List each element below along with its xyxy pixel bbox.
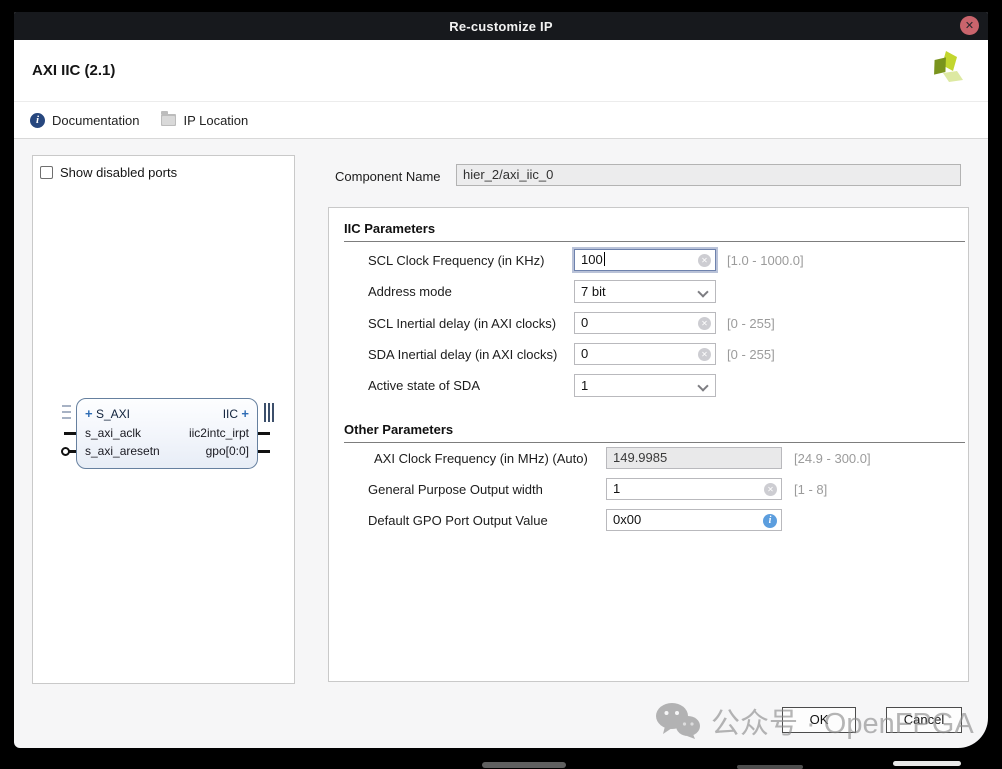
pin-stub [258,450,270,453]
scl-inertial-delay-value: 0 [581,315,589,330]
ip-block-diagram: + S_AXI IIC + s_axi_aclk iic2intc_irpt s… [61,398,274,469]
expand-plus-icon[interactable]: + [85,406,93,421]
xilinx-logo-icon [934,51,963,82]
gpo-default-value: 0x00 [613,512,642,527]
recustomize-ip-dialog: Re-customize IP ✕ AXI IIC (2.1) i Docume… [14,12,988,748]
ok-button[interactable]: OK [782,707,856,733]
toolbar: i Documentation IP Location [14,101,988,139]
interface-marker-icon [268,403,270,422]
pin-s-axi-aclk: s_axi_aclk [85,426,142,440]
address-mode-label: Address mode [368,284,452,299]
active-state-sda-value: 1 [581,378,589,393]
torn-edge-decoration [482,762,566,768]
torn-edge-decoration [737,765,803,769]
interface-marker-icon [62,405,71,407]
sda-inertial-delay-value: 0 [581,346,589,361]
sda-inertial-delay-range: [0 - 255] [727,347,775,362]
expand-plus-icon[interactable]: + [241,406,249,421]
axi-clock-freq-range: [24.9 - 300.0] [794,451,871,466]
window-title: Re-customize IP [449,18,553,34]
pin-stub [69,450,76,453]
interface-marker-icon [62,417,71,419]
gpo-width-value: 1 [613,481,621,496]
section-divider [344,442,965,443]
sda-inertial-delay-input[interactable]: 0 ✕ [574,343,716,365]
text-caret [603,252,605,266]
scl-clock-freq-label: SCL Clock Frequency (in KHz) [368,253,545,268]
scl-inertial-delay-input[interactable]: 0 ✕ [574,312,716,334]
gpo-default-value-input[interactable]: 0x00 i [606,509,782,531]
axi-clock-freq-input: 149.9985 [606,447,782,469]
interface-marker-icon [62,411,71,413]
show-disabled-ports-checkbox[interactable] [40,166,53,179]
info-icon: i [30,112,45,128]
component-name-input[interactable]: hier_2/axi_iic_0 [456,164,961,186]
scl-clock-freq-range: [1.0 - 1000.0] [727,253,804,268]
component-name-label: Component Name [335,169,441,184]
active-state-sda-select[interactable]: 1 [574,374,716,397]
ip-title: AXI IIC (2.1) [32,62,116,79]
ip-location-label: IP Location [183,112,249,128]
iic-parameters-heading: IIC Parameters [344,221,436,236]
documentation-label: Documentation [52,112,140,128]
address-mode-value: 7 bit [581,284,606,299]
info-icon[interactable]: i [763,514,777,528]
scl-clock-freq-input[interactable]: 100 ✕ [574,249,716,271]
interface-marker-icon [264,403,266,422]
scl-inertial-delay-label: SCL Inertial delay (in AXI clocks) [368,316,557,331]
gpo-width-range: [1 - 8] [794,482,828,497]
clear-icon[interactable]: ✕ [698,254,711,267]
active-low-bubble-icon [61,447,70,456]
interface-iic[interactable]: IIC + [222,406,249,422]
interface-s-axi[interactable]: + S_AXI [85,406,130,422]
pin-iic2intc-irpt: iic2intc_irpt [188,426,249,440]
pin-stub [64,432,76,435]
close-icon[interactable]: ✕ [960,16,979,35]
cancel-button[interactable]: Cancel [886,707,962,733]
interface-marker-icon [272,403,274,422]
scl-clock-freq-value: 100 [581,252,603,267]
pin-s-axi-aresetn: s_axi_aresetn [85,444,160,458]
axi-clock-freq-value: 149.9985 [613,450,668,465]
gpo-default-value-label: Default GPO Port Output Value [368,513,548,528]
active-state-sda-label: Active state of SDA [368,378,480,393]
interface-s-axi-label: S_AXI [95,407,130,421]
show-disabled-ports-row[interactable]: Show disabled ports [40,165,177,180]
section-divider [344,241,965,242]
scl-inertial-delay-range: [0 - 255] [727,316,775,331]
address-mode-select[interactable]: 7 bit [574,280,716,303]
title-bar: Re-customize IP ✕ [14,12,988,40]
torn-edge-decoration [893,761,961,766]
parameters-panel: IIC Parameters SCL Clock Frequency (in K… [328,207,969,682]
show-disabled-ports-label: Show disabled ports [60,165,178,180]
dialog-header: AXI IIC (2.1) [14,40,988,101]
clear-icon[interactable]: ✕ [698,348,711,361]
documentation-button[interactable]: i Documentation [30,112,140,128]
other-parameters-heading: Other Parameters [344,422,454,437]
interface-iic-label: IIC [222,407,239,421]
pin-gpo: gpo[0:0] [205,444,249,458]
gpo-width-label: General Purpose Output width [368,482,543,497]
ip-location-button[interactable]: IP Location [161,111,249,128]
sda-inertial-delay-label: SDA Inertial delay (in AXI clocks) [368,347,558,362]
pin-stub [258,432,270,435]
clear-icon[interactable]: ✕ [698,317,711,330]
clear-icon[interactable]: ✕ [764,483,777,496]
ports-preview-panel: Show disabled ports + S_AXI IIC + s_axi_… [32,155,295,684]
folder-icon [161,111,177,126]
chevron-down-icon [699,382,707,390]
gpo-width-input[interactable]: 1 ✕ [606,478,782,500]
axi-clock-freq-label: AXI Clock Frequency (in MHz) (Auto) [374,451,588,466]
chevron-down-icon [699,288,707,296]
